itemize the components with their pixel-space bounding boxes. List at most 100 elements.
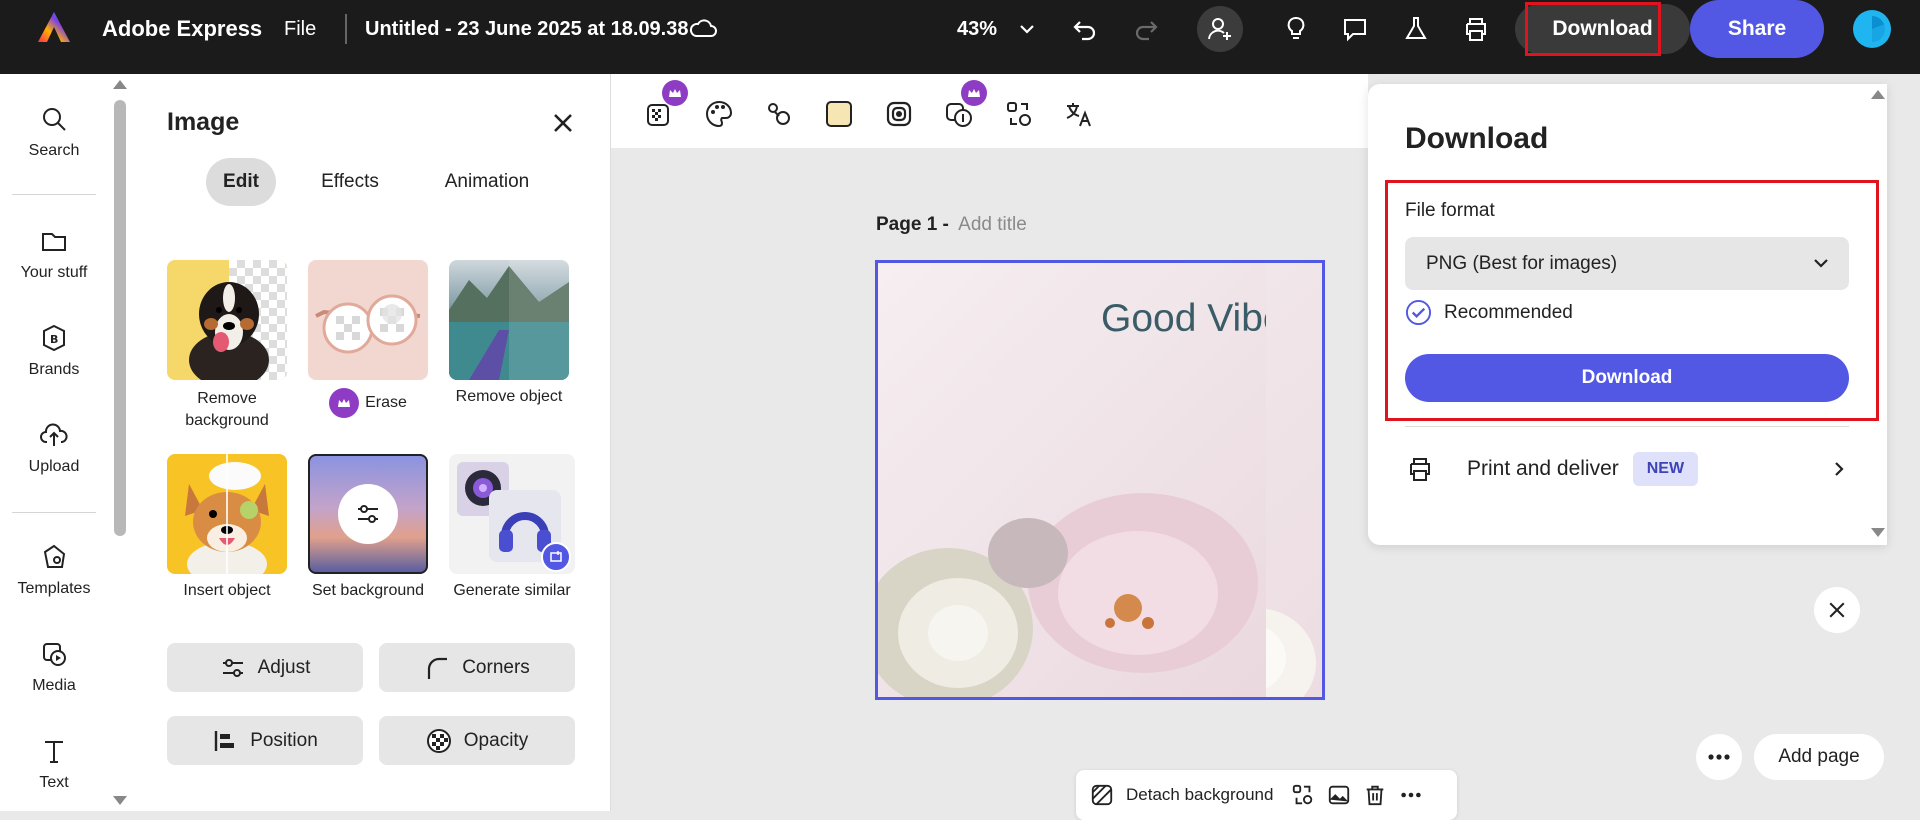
nav-label: Media bbox=[32, 677, 76, 694]
tool-generate-similar[interactable]: Generate similar bbox=[449, 454, 575, 600]
tile-label: Erase bbox=[365, 394, 407, 411]
mask-icon[interactable] bbox=[879, 94, 919, 134]
tool-insert-object[interactable]: Insert object bbox=[167, 454, 287, 600]
detach-background-button[interactable]: Detach background bbox=[1126, 785, 1273, 805]
svg-text:B: B bbox=[50, 333, 58, 346]
trash-icon[interactable] bbox=[1363, 783, 1387, 807]
nav-your-stuff[interactable]: Your stuff bbox=[0, 226, 108, 282]
adjust-button[interactable]: Adjust bbox=[167, 643, 363, 692]
translate-icon[interactable] bbox=[1059, 94, 1099, 134]
scroll-down-arrow-icon[interactable] bbox=[113, 796, 127, 805]
page-title-input[interactable]: Add title bbox=[958, 214, 1027, 236]
tab-animation[interactable]: Animation bbox=[414, 158, 560, 206]
tool-remove-background[interactable]: Remove background bbox=[167, 260, 287, 432]
app-name[interactable]: Adobe Express bbox=[102, 14, 262, 44]
opacity-checker-icon bbox=[426, 728, 451, 753]
tab-label: Effects bbox=[321, 171, 379, 192]
tool-erase[interactable]: Erase bbox=[308, 260, 428, 418]
nav-divider bbox=[12, 194, 96, 195]
tool-remove-object[interactable]: Remove object bbox=[449, 260, 569, 406]
cloud-sync-icon[interactable] bbox=[680, 6, 726, 52]
selected-format: PNG (Best for images) bbox=[1426, 252, 1618, 274]
tile-label: Remove object bbox=[455, 388, 563, 405]
design-page-right bbox=[1266, 260, 1325, 700]
page-options-button[interactable] bbox=[1696, 734, 1742, 780]
replace-icon[interactable] bbox=[1291, 783, 1315, 807]
image-icon[interactable] bbox=[1327, 783, 1351, 807]
share-button[interactable]: Share bbox=[1690, 0, 1824, 58]
nav-upload[interactable]: Upload bbox=[0, 420, 108, 476]
flask-icon[interactable] bbox=[1393, 6, 1439, 52]
add-page-label: Add page bbox=[1778, 746, 1860, 767]
close-icon[interactable] bbox=[548, 108, 578, 138]
tab-effects[interactable]: Effects bbox=[298, 158, 402, 206]
set-background-thumbnail bbox=[308, 454, 428, 574]
nav-text[interactable]: Text bbox=[0, 736, 108, 792]
detach-background-icon bbox=[1091, 784, 1113, 806]
panel-title: Image bbox=[167, 108, 240, 136]
media-icon bbox=[43, 643, 66, 666]
nav-templates[interactable]: Templates bbox=[0, 542, 108, 598]
chevron-down-icon[interactable] bbox=[1004, 6, 1050, 52]
insert-object-thumbnail bbox=[167, 454, 287, 574]
top-bar: Adobe Express File Untitled - 23 June 20… bbox=[0, 0, 1920, 74]
check-circle-icon bbox=[1405, 299, 1432, 326]
chevron-down-icon bbox=[1814, 259, 1828, 268]
document-title[interactable]: Untitled - 23 June 2025 at 18.09.38 bbox=[365, 14, 689, 44]
corners-button[interactable]: Corners bbox=[379, 643, 575, 692]
remove-object-thumbnail bbox=[449, 260, 569, 380]
shapes-icon[interactable] bbox=[759, 94, 799, 134]
recommended-row: Recommended bbox=[1405, 299, 1573, 326]
file-format-label: File format bbox=[1405, 200, 1495, 221]
scroll-thumb[interactable] bbox=[114, 100, 126, 536]
opacity-button[interactable]: Opacity bbox=[379, 716, 575, 765]
zoom-level[interactable]: 43% bbox=[957, 14, 997, 44]
print-icon[interactable] bbox=[1453, 6, 1499, 52]
generate-similar-thumbnail bbox=[449, 454, 575, 574]
lightbulb-icon[interactable] bbox=[1273, 6, 1319, 52]
side-nav: Search Your stuff B Brands Upload Templa… bbox=[0, 74, 110, 811]
nav-brands[interactable]: B Brands bbox=[0, 323, 108, 379]
panel-scroll-up-arrow-icon[interactable] bbox=[1871, 90, 1885, 99]
tool-set-background[interactable]: Set background bbox=[308, 454, 428, 600]
adobe-express-logo-icon[interactable] bbox=[36, 10, 72, 46]
palette-icon[interactable] bbox=[699, 94, 739, 134]
comment-icon[interactable] bbox=[1332, 6, 1378, 52]
more-options-icon[interactable] bbox=[1399, 783, 1423, 807]
nav-media[interactable]: Media bbox=[0, 639, 108, 695]
undo-icon[interactable] bbox=[1062, 6, 1108, 52]
premium-crown-icon bbox=[662, 80, 688, 106]
nav-label: Templates bbox=[17, 580, 91, 597]
invite-collaborator-icon[interactable] bbox=[1197, 6, 1243, 52]
file-format-dropdown[interactable]: PNG (Best for images) bbox=[1405, 237, 1849, 290]
text-icon bbox=[45, 741, 63, 763]
print-label: Print and deliver bbox=[1467, 457, 1619, 480]
share-label: Share bbox=[1727, 17, 1787, 40]
divider bbox=[345, 14, 347, 44]
design-page[interactable]: Good Vibes Only bbox=[875, 260, 1266, 700]
upload-icon bbox=[40, 423, 68, 446]
position-button[interactable]: Position bbox=[167, 716, 363, 765]
download-confirm-button[interactable]: Download bbox=[1405, 354, 1849, 402]
divider bbox=[1405, 426, 1849, 427]
download-panel: Download File format PNG (Best for image… bbox=[1368, 84, 1887, 545]
scroll-up-arrow-icon[interactable] bbox=[113, 80, 127, 89]
add-page-button[interactable]: Add page bbox=[1754, 734, 1884, 780]
sliders-icon bbox=[222, 658, 243, 677]
download-highlight-box bbox=[1525, 2, 1661, 56]
button-label: Opacity bbox=[463, 729, 529, 751]
replace-icon[interactable] bbox=[999, 94, 1039, 134]
print-and-deliver-row[interactable]: Print and deliver NEW bbox=[1405, 446, 1849, 492]
nav-label: Text bbox=[39, 774, 69, 791]
tab-label: Animation bbox=[444, 171, 530, 192]
tab-edit[interactable]: Edit bbox=[206, 158, 276, 206]
avatar[interactable] bbox=[1853, 10, 1891, 48]
redo-icon[interactable] bbox=[1123, 6, 1169, 52]
fill-color-swatch[interactable] bbox=[819, 94, 859, 134]
nav-search[interactable]: Search bbox=[0, 104, 108, 160]
close-panel-button[interactable] bbox=[1814, 587, 1860, 633]
file-menu[interactable]: File bbox=[284, 14, 316, 44]
brand-icon: B bbox=[43, 324, 65, 352]
sidebar-scrollbar[interactable] bbox=[110, 74, 130, 811]
panel-scroll-down-arrow-icon[interactable] bbox=[1871, 528, 1885, 537]
